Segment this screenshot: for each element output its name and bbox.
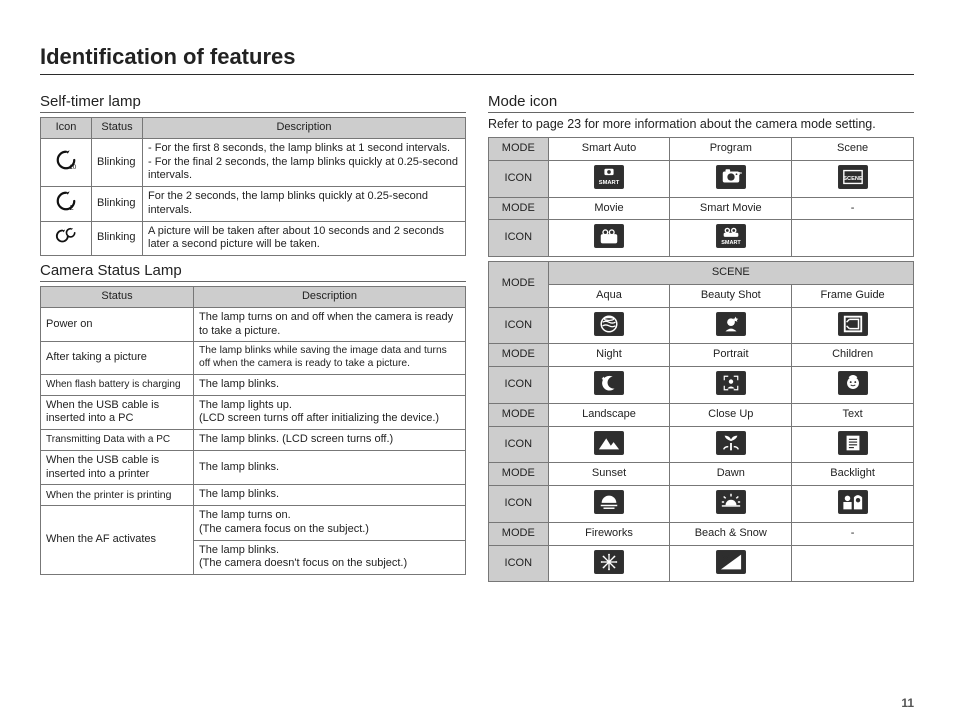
timer-10s-icon [55,149,77,171]
status-cell: Blinking [92,221,143,256]
th-status: Status [41,287,194,308]
timer-double-icon [55,225,77,247]
table-row: When the USB cable is inserted into a pr… [41,450,466,485]
table-row: Blinking - For the first 8 seconds, the … [41,138,466,186]
table-row: After taking a pictureThe lamp blinks wh… [41,342,466,375]
closeup-icon [716,431,746,455]
night-icon [594,371,624,395]
table-row: Blinking For the 2 seconds, the lamp bli… [41,187,466,222]
beach-snow-icon [716,550,746,574]
aqua-icon [594,312,624,336]
status-cell: Blinking [92,187,143,222]
desc-cell: For the 2 seconds, the lamp blinks quick… [143,187,466,222]
program-icon [716,165,746,189]
mode-icon-note: Refer to page 23 for more information ab… [488,117,914,131]
self-timer-heading: Self-timer lamp [40,93,466,113]
landscape-icon [594,431,624,455]
page-number: 11 [901,696,914,710]
table-row: When the printer is printingThe lamp bli… [41,485,466,506]
dawn-icon [716,490,746,514]
scene-icon [838,165,868,189]
empty-icon-cell [792,545,914,582]
table-row: When flash battery is chargingThe lamp b… [41,374,466,395]
children-icon [838,371,868,395]
table-row: Transmitting Data with a PCThe lamp blin… [41,430,466,451]
th-status: Status [92,118,143,139]
table-row: When the AF activates The lamp turns on.… [41,506,466,541]
movie-icon [594,224,624,248]
table-row: Blinking A picture will be taken after a… [41,221,466,256]
th-icon: Icon [41,118,92,139]
status-cell: Blinking [92,138,143,186]
camera-status-heading: Camera Status Lamp [40,262,466,282]
table-row: Power onThe lamp turns on and off when t… [41,307,466,342]
fireworks-icon [594,550,624,574]
desc-cell: - For the first 8 seconds, the lamp blin… [143,138,466,186]
timer-2s-icon [55,190,77,212]
text-icon [838,431,868,455]
smart-movie-icon [716,224,746,248]
frame-guide-icon [838,312,868,336]
th-desc: Description [194,287,466,308]
page-title: Identification of features [40,44,914,75]
mode-icon-heading: Mode icon [488,93,914,113]
portrait-icon [716,371,746,395]
mode-icon-table-scene: MODE SCENE Aqua Beauty Shot Frame Guide … [488,261,914,582]
sunset-icon [594,490,624,514]
smart-auto-icon [594,165,624,189]
self-timer-table: Icon Status Description Blinking - For t… [40,117,466,256]
mode-icon-table-primary: MODE Smart Auto Program Scene ICON MODE … [488,137,914,257]
backlight-icon [838,490,868,514]
table-row: When the USB cable is inserted into a PC… [41,395,466,430]
empty-icon-cell [792,220,914,257]
th-desc: Description [143,118,466,139]
camera-status-table: Status Description Power onThe lamp turn… [40,286,466,575]
desc-cell: A picture will be taken after about 10 s… [143,221,466,256]
beauty-shot-icon [716,312,746,336]
